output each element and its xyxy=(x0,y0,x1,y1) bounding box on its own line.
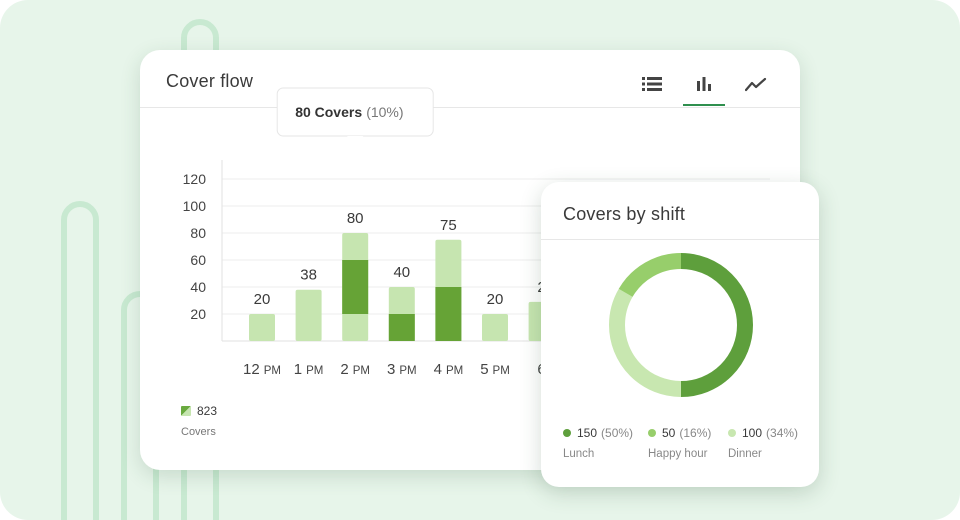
legend-label: Covers xyxy=(181,426,216,438)
bar-data-label: 20 xyxy=(254,291,271,308)
legend-total: 823 xyxy=(197,404,218,418)
legend-value: 50 xyxy=(662,426,676,440)
y-tick-label: 60 xyxy=(190,252,206,268)
bar xyxy=(482,314,508,341)
legend-item-happy-hour: 50 (16%) Happy hour xyxy=(648,426,711,460)
cover-flow-legend: 823 Covers xyxy=(181,404,217,438)
legend-pct: (50%) xyxy=(601,426,634,440)
covers-by-shift-title: Covers by shift xyxy=(563,204,686,224)
tooltip-pointer xyxy=(347,136,364,145)
x-tick-label: 12 PM xyxy=(243,361,281,378)
x-tick-label: 5 PM xyxy=(480,361,510,378)
tooltip-value: 80 Covers xyxy=(295,104,362,120)
bar-segment-dark xyxy=(435,287,462,341)
x-tick-label: 2 PM xyxy=(340,361,370,378)
legend-value: 150 xyxy=(577,426,598,440)
bar-data-label: 75 xyxy=(440,217,457,234)
bar-segment-dark xyxy=(388,314,415,341)
legend-item-dinner: 100 (34%) Dinner xyxy=(728,426,798,460)
legend-swatch xyxy=(181,406,191,416)
bar xyxy=(249,314,275,341)
legend-dot xyxy=(563,429,571,437)
legend-dot xyxy=(648,429,656,437)
legend-pct: (34%) xyxy=(766,426,799,440)
bar-data-label: 80 xyxy=(347,210,364,227)
legend-item-lunch: 150 (50%) Lunch xyxy=(563,426,633,460)
x-tick-label: 1 PM xyxy=(294,361,324,378)
legend-dot xyxy=(728,429,736,437)
hero-background: Cover flow 20 40 60 80 100 120 20 12 PM … xyxy=(0,0,960,520)
bar-segment-dark xyxy=(342,260,369,314)
bar xyxy=(295,289,322,341)
covers-by-shift-donut xyxy=(609,253,753,397)
legend-value: 100 xyxy=(742,426,763,440)
bar-data-label: 38 xyxy=(300,267,317,284)
legend-pct: (16%) xyxy=(679,426,712,440)
legend-name: Dinner xyxy=(728,448,762,460)
legend-name: Lunch xyxy=(563,448,595,460)
x-tick-label: 4 PM xyxy=(434,361,464,378)
y-tick-label: 20 xyxy=(190,306,206,322)
y-tick-label: 100 xyxy=(183,198,207,214)
bar-data-label: 40 xyxy=(393,264,410,281)
covers-by-shift-header: Covers by shift xyxy=(541,182,819,240)
y-tick-label: 120 xyxy=(183,171,207,187)
bar-data-label: 20 xyxy=(487,291,504,308)
legend-name: Happy hour xyxy=(648,448,708,460)
y-tick-label: 80 xyxy=(190,225,206,241)
y-tick-label: 40 xyxy=(190,279,206,295)
covers-by-shift-card: Covers by shift 150 (50%) Lunch 50 (16%)… xyxy=(541,182,819,487)
x-tick-label: 3 PM xyxy=(387,361,417,378)
tooltip-pct: (10%) xyxy=(366,104,403,120)
